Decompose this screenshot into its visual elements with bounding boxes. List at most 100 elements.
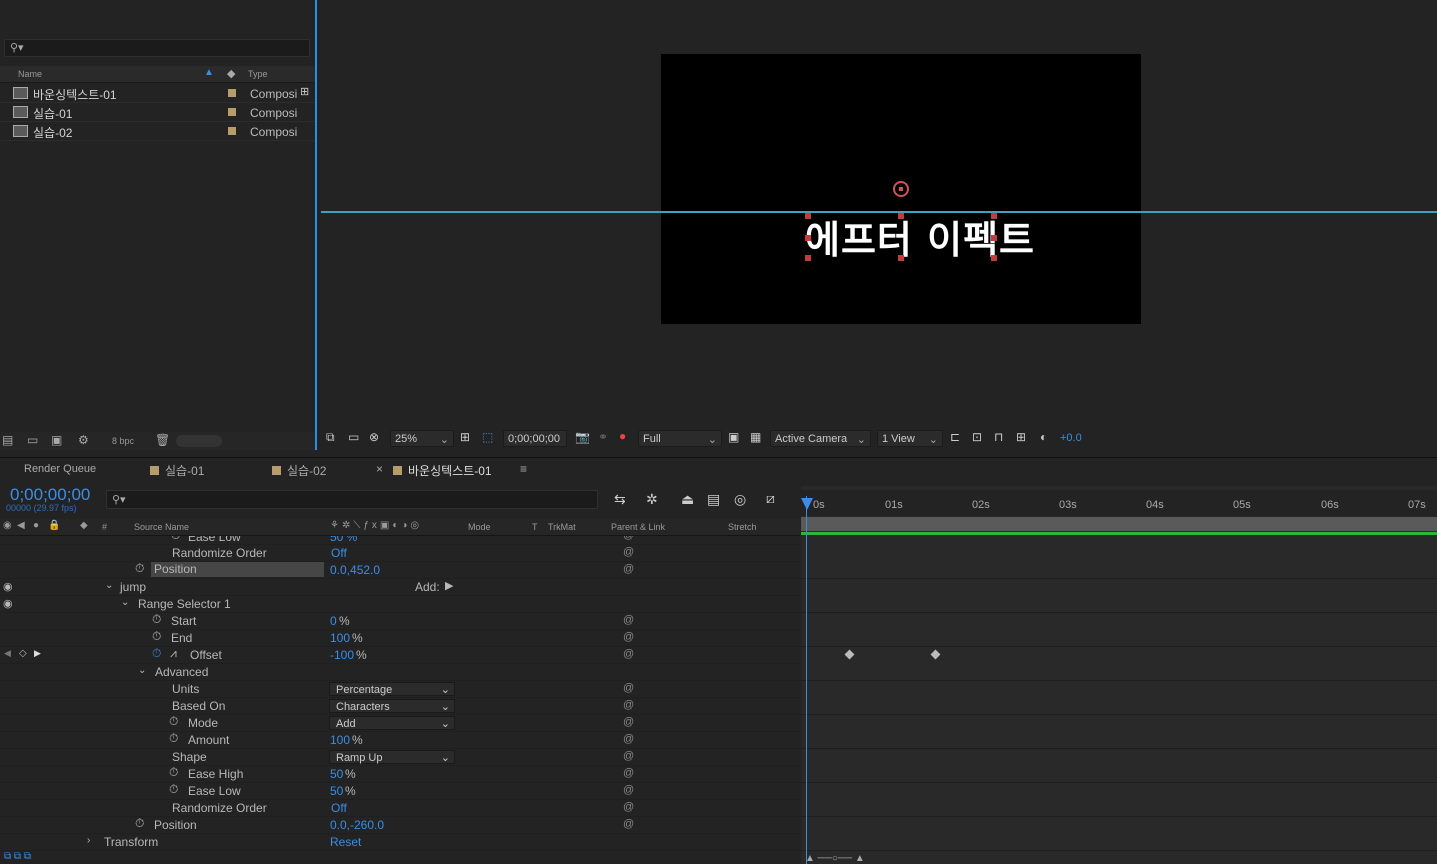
pickwhip-icon[interactable]: @	[623, 818, 634, 830]
sort-arrow-icon[interactable]: ▲	[204, 67, 214, 78]
tab-silseup-02[interactable]: 실습-02	[272, 462, 326, 479]
property-row-start[interactable]: ⏱ Start 0 % @	[0, 612, 800, 630]
viewer-text-layer[interactable]: 에프터 이펙트	[805, 209, 1035, 264]
pickwhip-icon[interactable]: @	[623, 801, 634, 813]
bbox-handle[interactable]	[991, 213, 997, 219]
pickwhip-icon[interactable]: @	[623, 563, 634, 575]
fast-preview-icon[interactable]: ▣	[728, 430, 739, 444]
tab-menu-icon[interactable]: ≡	[520, 462, 527, 476]
pickwhip-icon[interactable]: @	[623, 546, 634, 558]
time-ruler[interactable]: 0s 01s 02s 03s 04s 05s 06s 07s	[801, 490, 1437, 516]
pickwhip-icon[interactable]: @	[623, 648, 634, 660]
property-row-shape[interactable]: Shape Ramp Up ⌄ @	[0, 749, 800, 766]
column-name[interactable]: Name	[18, 69, 42, 79]
stopwatch-icon[interactable]: ⏱	[171, 536, 180, 543]
column-type[interactable]: Type	[248, 69, 268, 79]
snapshot-icon[interactable]: 📷	[575, 430, 590, 444]
timeline-icon[interactable]: ⊓	[994, 430, 1003, 444]
resolution-dropdown[interactable]: Full ⌄	[638, 430, 722, 447]
exposure-icon[interactable]: ◐	[1040, 430, 1047, 444]
flowchart-icon[interactable]: ⊞	[1016, 430, 1026, 444]
column-source-name[interactable]: Source Name	[134, 522, 189, 532]
property-row-mode[interactable]: ⏱ Mode Add ⌄ @	[0, 714, 800, 732]
property-value[interactable]: 100	[330, 631, 350, 645]
property-row-offset[interactable]: ◀ ◇ ▶ ⏱ ⩘ Offset -100 % @	[0, 646, 800, 664]
stopwatch-icon[interactable]: ⏱	[152, 629, 161, 644]
bbox-handle[interactable]	[991, 235, 997, 241]
add-keyframe-icon[interactable]: ◇	[19, 648, 27, 659]
project-search-input[interactable]: ⚲▾	[4, 39, 310, 57]
new-composition-icon[interactable]: ▣	[51, 433, 62, 447]
new-folder-icon[interactable]: ▭	[27, 433, 38, 447]
bbox-handle[interactable]	[805, 213, 811, 219]
mask-toggle-icon[interactable]: ⊗	[369, 430, 379, 444]
mode-dropdown[interactable]: Add ⌄	[329, 716, 455, 730]
eye-icon[interactable]: ◉	[3, 580, 13, 593]
exposure-value[interactable]: +0.0	[1060, 432, 1082, 444]
motion-blur-icon[interactable]: ◎	[734, 491, 746, 508]
reset-link[interactable]: Reset	[330, 835, 361, 849]
group-row-transform[interactable]: › Transform Reset	[0, 834, 800, 851]
group-row-range-selector[interactable]: ◉ ⌄ Range Selector 1	[0, 596, 800, 613]
tab-close-button[interactable]: ×	[376, 462, 383, 476]
property-value[interactable]: -100	[330, 648, 354, 662]
project-item[interactable]: 실습-01 Composi	[0, 103, 315, 122]
dependencies-icon[interactable]: ⚙	[78, 433, 89, 447]
stopwatch-icon[interactable]: ⏱	[169, 714, 178, 729]
expand-arrow-icon[interactable]: ⌄	[138, 665, 146, 676]
audio-icon[interactable]: ◀	[17, 520, 25, 531]
tab-render-queue[interactable]: Render Queue	[24, 463, 96, 475]
pickwhip-icon[interactable]: @	[623, 699, 634, 711]
transparency-grid-icon[interactable]: ▦	[750, 430, 761, 444]
current-time-display[interactable]: 0;00;00;00	[10, 485, 90, 505]
expand-arrow-icon[interactable]: ⌄	[121, 597, 129, 608]
bbox-handle[interactable]	[898, 255, 904, 261]
interpret-footage-icon[interactable]: ▤	[2, 433, 13, 447]
property-value[interactable]: 50	[330, 784, 343, 798]
collapse-arrow-icon[interactable]: ›	[87, 835, 90, 846]
pickwhip-icon[interactable]: @	[623, 614, 634, 626]
add-menu-icon[interactable]: ▶	[445, 579, 453, 592]
group-row-advanced[interactable]: ⌄ Advanced	[0, 664, 800, 681]
label-tag-icon[interactable]: ◆	[80, 520, 88, 531]
fit-icon[interactable]: ⊞	[460, 430, 470, 444]
timeline-search-input[interactable]: ⚲▾	[106, 490, 598, 509]
property-row-position[interactable]: ⏱ Position 0.0,452.0 @	[0, 561, 800, 579]
property-row-end[interactable]: ⏱ End 100 % @	[0, 629, 800, 647]
trash-icon[interactable]: 🗑	[155, 433, 170, 447]
property-value[interactable]: 0	[330, 614, 337, 628]
bbox-handle[interactable]	[805, 235, 811, 241]
pickwhip-icon[interactable]: @	[623, 682, 634, 694]
channel-icon[interactable]: ●	[619, 429, 626, 443]
thumbnail-slider[interactable]	[176, 435, 222, 447]
lock-icon[interactable]: 🔒	[48, 520, 60, 531]
property-row-randomize-order[interactable]: Randomize Order Off @	[0, 800, 800, 817]
camera-dropdown[interactable]: Active Camera ⌄	[770, 430, 871, 447]
property-row-amount[interactable]: ⏱ Amount 100 % @	[0, 731, 800, 749]
switches-icons[interactable]: ⚘✲⟍ƒx▣◐◑◎	[330, 520, 422, 531]
region-of-interest-icon[interactable]: ⬚	[482, 430, 493, 444]
graph-editor-icon[interactable]: ⧄	[766, 490, 775, 507]
tab-silseup-01[interactable]: 실습-01	[150, 462, 204, 479]
pickwhip-icon[interactable]: @	[623, 631, 634, 643]
based-on-dropdown[interactable]: Characters ⌄	[329, 699, 455, 713]
frame-blending-icon[interactable]: ▤	[707, 491, 720, 508]
work-area-bar[interactable]	[801, 517, 1437, 531]
always-preview-icon[interactable]: ⧉	[326, 430, 335, 445]
next-keyframe-icon[interactable]: ▶	[34, 648, 41, 659]
stopwatch-icon[interactable]: ⏱	[135, 561, 144, 576]
bpc-button[interactable]: 8 bpc	[112, 436, 134, 446]
view-layout-dropdown[interactable]: 1 View ⌄	[877, 430, 943, 447]
property-row-position[interactable]: ⏱ Position 0.0,-260.0 @	[0, 816, 800, 834]
eye-icon[interactable]: ◉	[3, 520, 12, 531]
pickwhip-icon[interactable]: @	[623, 536, 634, 541]
property-row-based-on[interactable]: Based On Characters ⌄ @	[0, 698, 800, 715]
property-value[interactable]: 0.0,-260.0	[330, 818, 384, 832]
property-row-ease-high[interactable]: ⏱ Ease High 50 % @	[0, 765, 800, 783]
stopwatch-icon[interactable]: ⏱	[169, 782, 178, 797]
eye-icon[interactable]: ◉	[3, 597, 13, 610]
shape-dropdown[interactable]: Ramp Up ⌄	[329, 750, 455, 764]
stopwatch-icon[interactable]: ⏱	[152, 612, 161, 627]
zoom-slider[interactable]: ▲ ──○── ▲	[805, 853, 900, 864]
property-value[interactable]: 50	[330, 767, 343, 781]
